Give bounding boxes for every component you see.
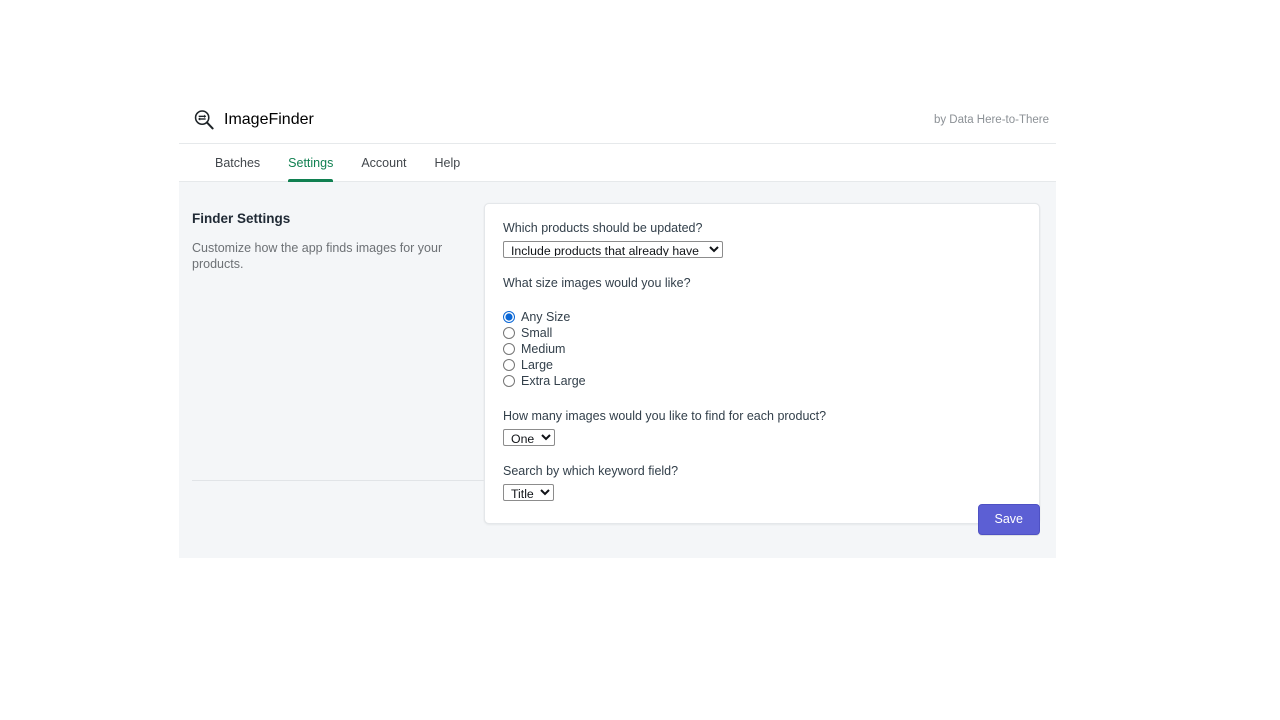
size-radio-group: Any Size Small Medium Large Extra Large [503,309,1021,389]
page-description: Customize how the app finds images for y… [192,241,443,271]
radio-medium[interactable] [503,343,515,356]
tab-help[interactable]: Help [421,144,475,181]
radio-row-small[interactable]: Small [503,325,1021,341]
page-title: Finder Settings [192,211,291,226]
field-size: What size images would you like? Any Siz… [503,276,1021,390]
field-count: How many images would you like to find f… [503,409,1021,448]
radio-extra-large[interactable] [503,375,515,388]
save-button[interactable]: Save [977,504,1040,535]
settings-card: Which products should be updated? Includ… [484,203,1040,524]
radio-large[interactable] [503,359,515,372]
content-area: Finder Settings Customize how the app fi… [179,182,1056,558]
tab-bar: Batches Settings Account Help [179,144,1056,182]
app-frame: ImageFinder by Data Here-to-There Batche… [179,96,1056,558]
radio-row-extra-large[interactable]: Extra Large [503,373,1021,389]
products-question-label: Which products should be updated? [503,221,703,235]
tab-account[interactable]: Account [347,144,420,181]
radio-any-size[interactable] [503,311,515,324]
top-bar: ImageFinder by Data Here-to-There [179,96,1056,144]
keyword-question-label: Search by which keyword field? [503,463,679,478]
tab-batches[interactable]: Batches [193,144,274,181]
radio-label-medium[interactable]: Medium [521,341,565,357]
size-question-label: What size images would you like? [503,275,691,290]
brand[interactable]: ImageFinder [193,109,314,131]
byline: by Data Here-to-There [933,113,1049,126]
radio-label-extra-large[interactable]: Extra Large [521,373,586,389]
radio-small[interactable] [503,327,515,340]
count-select[interactable]: One [503,428,555,446]
radio-label-large[interactable]: Large [521,357,553,373]
settings-annotation: Finder Settings Customize how the app fi… [192,203,484,272]
radio-row-any-size[interactable]: Any Size [503,309,1021,325]
products-select[interactable]: Include products that already have image… [503,240,723,258]
radio-row-large[interactable]: Large [503,357,1021,373]
footer-bar: Save [179,481,1056,558]
radio-label-any-size[interactable]: Any Size [521,309,570,325]
field-products: Which products should be updated? Includ… [503,221,1021,260]
settings-row: Finder Settings Customize how the app fi… [179,203,1056,524]
magnifier-arrows-icon [193,109,215,131]
brand-name: ImageFinder [224,110,314,128]
radio-label-small[interactable]: Small [521,325,552,341]
radio-row-medium[interactable]: Medium [503,341,1021,357]
tab-settings[interactable]: Settings [274,144,347,182]
count-question-label: How many images would you like to find f… [503,409,827,424]
